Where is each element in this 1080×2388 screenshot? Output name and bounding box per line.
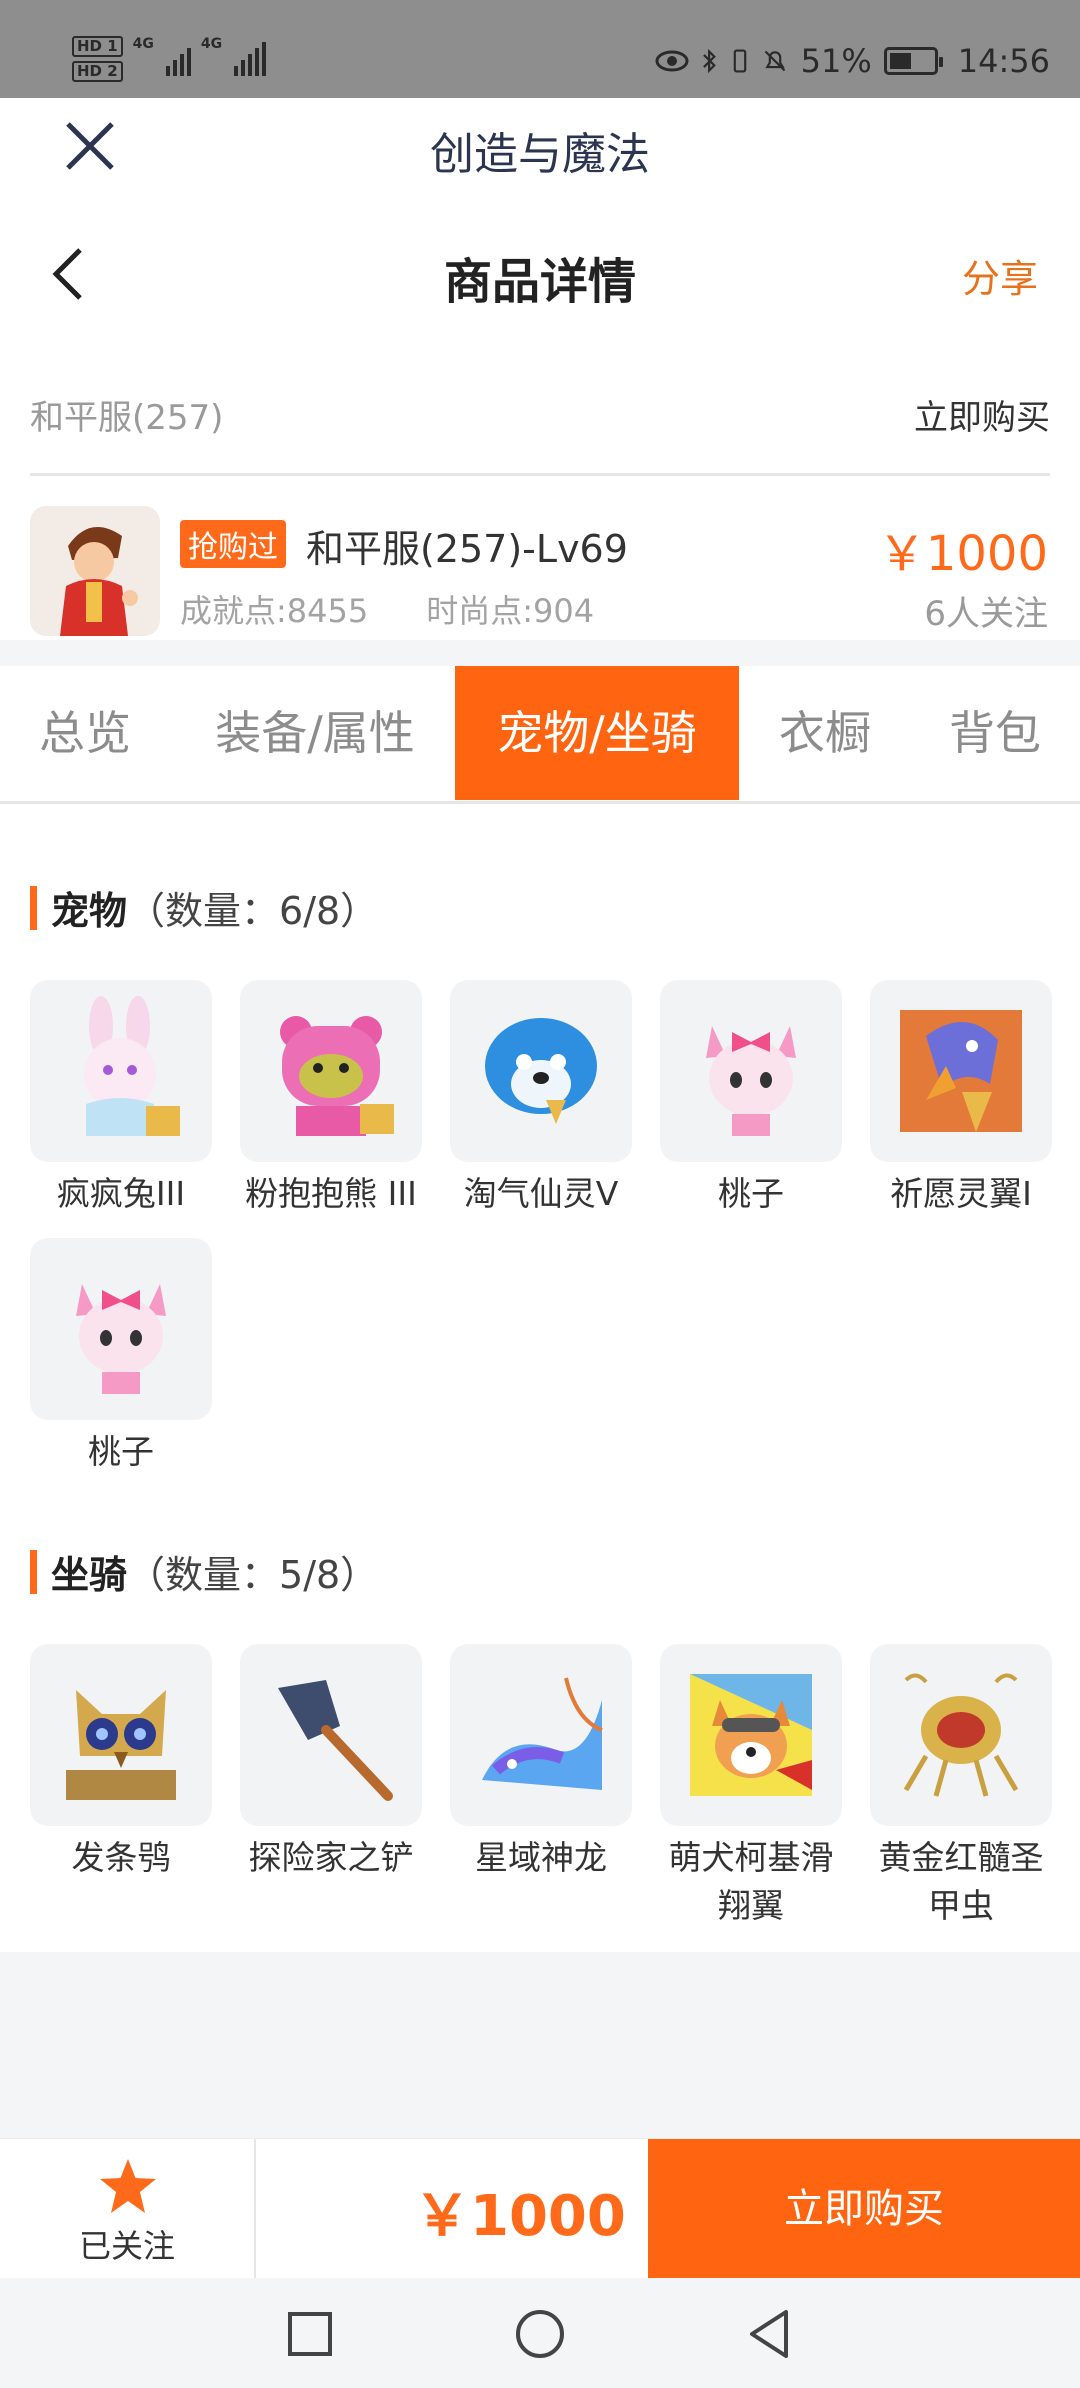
recent-apps-icon[interactable]	[284, 2308, 336, 2360]
mount-item[interactable]: 萌犬柯基滑翔翼	[660, 1644, 842, 1930]
bottom-price: ￥1000	[414, 2184, 626, 2249]
tab-equipment[interactable]: 装备/属性	[180, 666, 450, 800]
pet-item[interactable]: 粉抱抱熊 III	[240, 980, 422, 1218]
mount-item[interactable]: 星域神龙	[450, 1644, 632, 1882]
section-accent-bar	[30, 1549, 37, 1594]
home-icon[interactable]	[514, 2308, 566, 2360]
pets-count: （数量：6/8）	[127, 889, 379, 933]
eagle-icon	[870, 980, 1052, 1162]
mount-name: 发条鸮	[71, 1838, 171, 1877]
shovel-icon	[240, 1644, 422, 1826]
signal2-label: 4G	[200, 36, 223, 52]
vibrate-icon	[733, 49, 746, 73]
bear-icon	[240, 980, 422, 1162]
content-footer-band	[0, 1952, 1080, 2138]
signal1-icon	[165, 42, 191, 76]
detail-tabs: 总览 装备/属性 宠物/坐骑 衣橱 背包	[0, 666, 1080, 804]
tab-pets-mounts[interactable]: 宠物/坐骑	[455, 666, 739, 800]
pink-cat-icon	[660, 980, 842, 1162]
product-name: 和平服(257)-Lv69	[306, 527, 628, 571]
pet-item[interactable]: 疯疯兔III	[30, 980, 212, 1218]
dragon-icon	[450, 1644, 632, 1826]
seal-icon	[450, 980, 632, 1162]
purchased-tag: 抢购过	[180, 520, 286, 568]
mount-item[interactable]: 探险家之铲	[240, 1644, 422, 1882]
app-title: 创造与魔法	[430, 129, 650, 180]
mount-name: 探险家之铲	[248, 1838, 414, 1877]
hd-badges: HD 1 HD 2	[72, 36, 123, 82]
pet-name: 桃子	[88, 1432, 154, 1471]
section-divider	[0, 640, 1080, 666]
page-header: 商品详情 分享	[0, 218, 1080, 328]
follow-button[interactable]: 已关注	[0, 2139, 256, 2279]
follow-label: 已关注	[78, 2227, 175, 2265]
battery-percent: 51%	[800, 42, 872, 80]
pet-name: 疯疯兔III	[56, 1174, 186, 1213]
tab-wardrobe[interactable]: 衣橱	[740, 666, 910, 800]
app-bar: 创造与魔法	[0, 98, 1080, 194]
system-navigation-bar	[0, 2278, 1080, 2388]
character-avatar	[30, 506, 160, 636]
tab-overview[interactable]: 总览	[0, 666, 170, 800]
hd2-badge: HD 2	[72, 61, 123, 82]
product-stats: 成就点:8455 时尚点:904	[180, 586, 594, 632]
buy-now-link[interactable]: 立即购买	[914, 390, 1050, 439]
network-indicators: HD 1 HD 2 4G 4G	[72, 36, 267, 82]
pet-name: 粉抱抱熊 III	[245, 1174, 417, 1213]
mount-item[interactable]: 黄金红髓圣甲虫	[870, 1644, 1052, 1930]
share-button[interactable]: 分享	[962, 248, 1038, 303]
mount-name: 萌犬柯基滑翔翼	[668, 1838, 834, 1925]
bluetooth-icon	[702, 48, 716, 74]
character-icon	[30, 506, 160, 636]
pets-title: 宠物	[51, 889, 128, 933]
buy-now-button[interactable]: 立即购买	[648, 2139, 1080, 2279]
mounts-title: 坐骑	[51, 1553, 128, 1597]
owl-icon	[30, 1644, 212, 1826]
section-accent-bar	[30, 885, 37, 930]
fashion-points: 时尚点:904	[426, 592, 595, 630]
pet-name: 桃子	[718, 1174, 784, 1213]
star-icon	[100, 2159, 156, 2213]
bottom-action-bar: 已关注 ￥1000 立即购买	[0, 2138, 1080, 2279]
follower-count: 6人关注	[924, 594, 1048, 634]
mounts-count: （数量：5/8）	[127, 1553, 379, 1597]
corgi-icon	[660, 1644, 842, 1826]
status-bar: HD 1 HD 2 4G 4G 51% 14:56	[0, 0, 1080, 98]
system-indicators: 51% 14:56	[655, 42, 1050, 80]
clock: 14:56	[957, 42, 1050, 80]
signal1-label: 4G	[132, 36, 154, 52]
pink-cat-icon	[30, 1238, 212, 1420]
back-nav-icon[interactable]	[744, 2308, 796, 2360]
server-row: 和平服(257) 立即购买	[30, 380, 1050, 476]
pet-item[interactable]: 祈愿灵翼I	[870, 980, 1052, 1218]
mute-bell-icon	[764, 50, 785, 72]
beetle-icon	[870, 1644, 1052, 1826]
product-price: ￥1000	[877, 526, 1048, 582]
server-name: 和平服(257)	[30, 398, 224, 438]
product-summary: 抢购过 和平服(257)-Lv69 成就点:8455 时尚点:904 ￥1000…	[0, 498, 1080, 638]
mount-item[interactable]: 发条鸮	[30, 1644, 212, 1882]
mount-name: 星域神龙	[475, 1838, 607, 1877]
signal2-icon	[234, 42, 267, 76]
achievement-points: 成就点:8455	[180, 592, 369, 630]
eye-icon	[655, 50, 689, 72]
page-title: 商品详情	[443, 254, 636, 310]
pet-name: 淘气仙灵V	[463, 1174, 619, 1213]
pet-item[interactable]: 桃子	[660, 980, 842, 1218]
battery-icon	[883, 47, 943, 75]
pet-item[interactable]: 淘气仙灵V	[450, 980, 632, 1218]
rabbit-icon	[30, 980, 212, 1162]
mounts-section-title: 坐骑 （数量：5/8）	[30, 1544, 378, 1599]
hd1-badge: HD 1	[72, 36, 123, 57]
mount-name: 黄金红髓圣甲虫	[878, 1838, 1044, 1925]
tab-backpack[interactable]: 背包	[910, 666, 1080, 800]
pet-item[interactable]: 桃子	[30, 1238, 212, 1476]
pets-section-title: 宠物 （数量：6/8）	[30, 880, 378, 935]
pet-name: 祈愿灵翼I	[890, 1174, 1032, 1213]
